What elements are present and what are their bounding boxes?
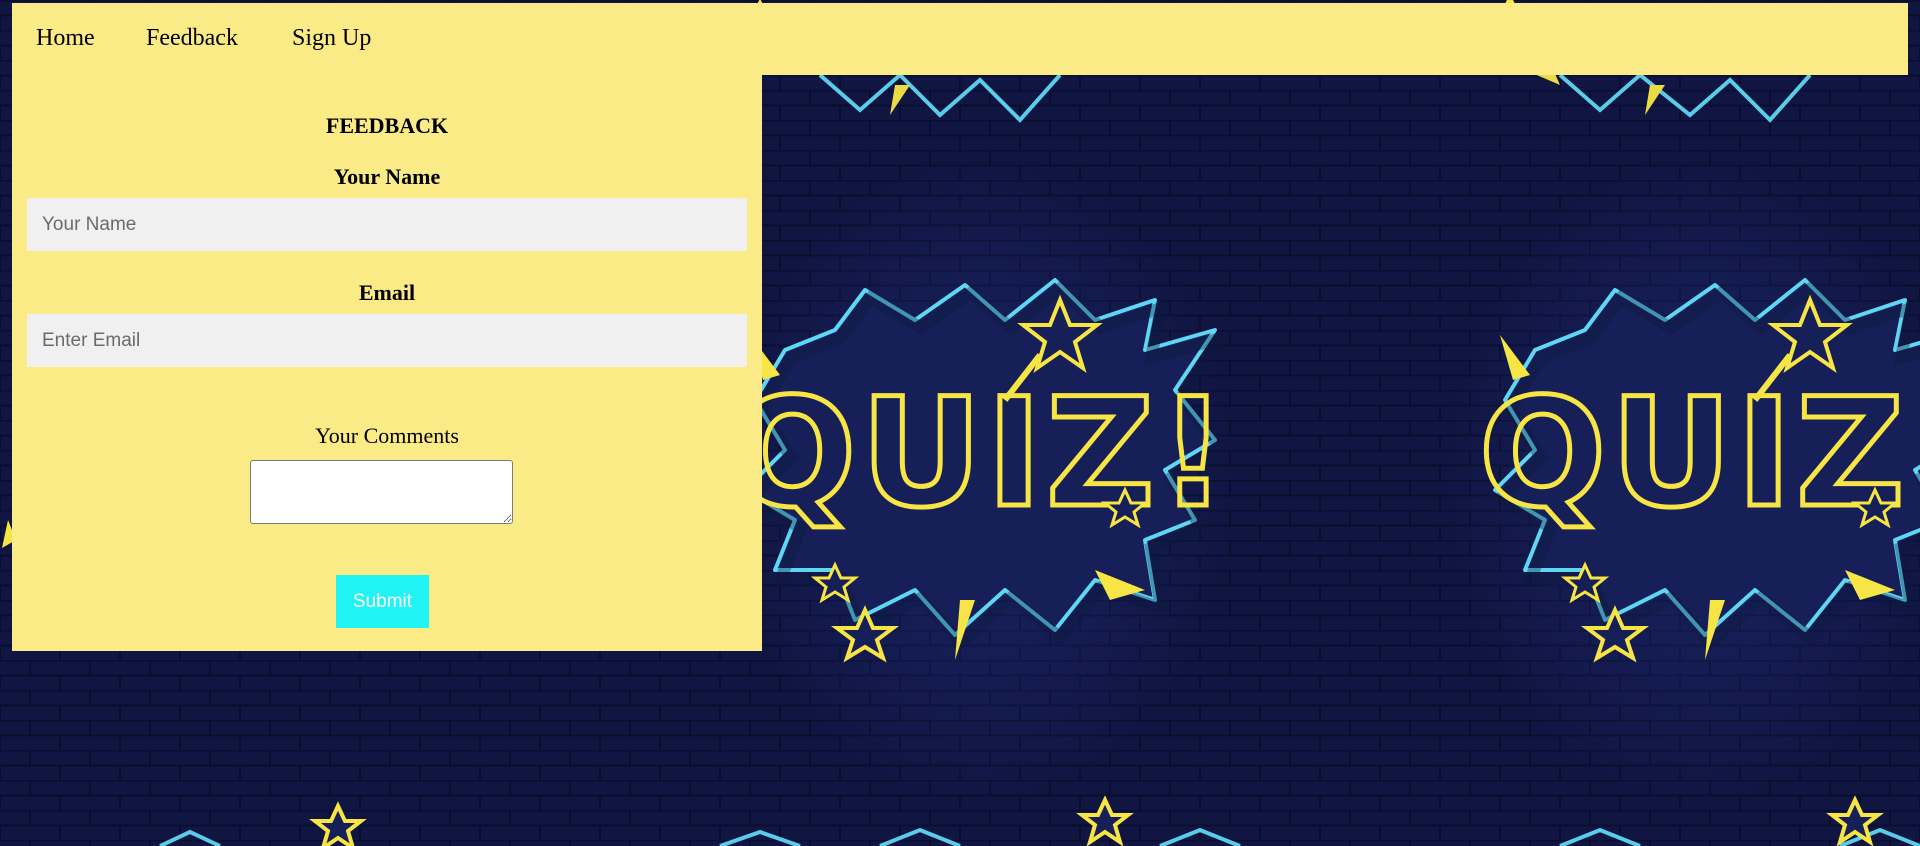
comments-label: Your Comments — [315, 423, 459, 448]
email-input[interactable] — [27, 314, 747, 367]
top-navbar: Home Feedback Sign Up — [12, 3, 1908, 75]
name-input[interactable] — [27, 198, 747, 251]
form-title: FEEDBACK — [325, 113, 449, 138]
nav-link-sign-up[interactable]: Sign Up — [292, 26, 371, 50]
email-label: Email — [358, 280, 416, 305]
comments-textarea[interactable] — [250, 460, 513, 524]
feedback-form-panel: FEEDBACK Your Name Email Your Comments S… — [12, 75, 762, 651]
nav-link-feedback[interactable]: Feedback — [146, 26, 238, 50]
nav-link-home[interactable]: Home — [36, 26, 95, 50]
name-label: Your Name — [333, 164, 441, 189]
submit-button[interactable]: Submit — [336, 575, 429, 628]
